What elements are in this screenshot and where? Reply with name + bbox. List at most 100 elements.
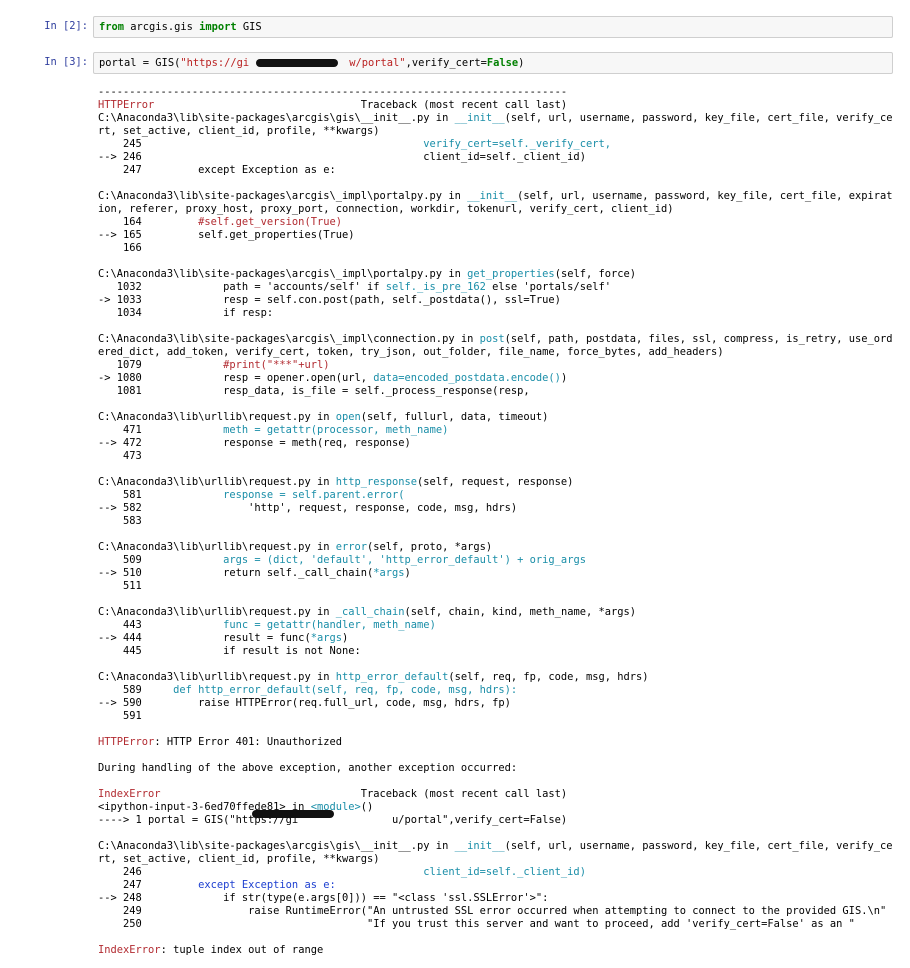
output-line: 246 client_id=self._client_id) bbox=[98, 866, 898, 879]
output-token: post bbox=[479, 333, 505, 345]
output-line: HTTPError: HTTP Error 401: Unauthorized bbox=[98, 736, 898, 749]
output-line: 1081 resp_data, is_file = self._process_… bbox=[98, 385, 898, 398]
output-line: --> 248 if str(type(e.args[0])) == "<cla… bbox=[98, 892, 898, 905]
output-line: 511 bbox=[98, 580, 898, 593]
output-line: <ipython-input-3-6ed70ffede81> in <modul… bbox=[98, 801, 898, 814]
output-token: 473 bbox=[98, 450, 142, 462]
output-line: C:\Anaconda3\lib\urllib\request.py in ht… bbox=[98, 476, 898, 489]
output-line: C:\Anaconda3\lib\site-packages\arcgis\gi… bbox=[98, 840, 898, 853]
output-token: open bbox=[335, 411, 361, 423]
output-line: During handling of the above exception, … bbox=[98, 762, 898, 775]
output-token: 247 except Exception as e: bbox=[98, 164, 336, 176]
output-line: ----------------------------------------… bbox=[98, 86, 898, 99]
output-token: Traceback (most recent call last) bbox=[160, 788, 568, 800]
output-token: 445 if result is not None: bbox=[98, 645, 361, 657]
code-cell-import[interactable]: from arcgis.gis import GIS bbox=[93, 16, 893, 38]
output-token: error bbox=[335, 541, 367, 553]
output-line: 583 bbox=[98, 515, 898, 528]
output-token: 247 bbox=[98, 879, 199, 891]
output-token: verify_cert=self._verify_cert, bbox=[423, 138, 611, 150]
output-token: 581 bbox=[98, 489, 224, 501]
output-token: 245 bbox=[98, 138, 424, 150]
output-line: ----> 1 portal = GIS("https://gi u/porta… bbox=[98, 814, 898, 827]
output-token: 509 bbox=[98, 554, 224, 566]
code-cell-portal[interactable]: portal = GIS("https://gi w/portal",verif… bbox=[93, 52, 893, 74]
output-line: 1032 path = 'accounts/self' if self._is_… bbox=[98, 281, 898, 294]
output-token: C:\Anaconda3\lib\urllib\request.py in bbox=[98, 476, 336, 488]
output-token: get_properties bbox=[467, 268, 555, 280]
output-token: (self, req, fp, code, msg, hdrs) bbox=[448, 671, 649, 683]
output-token: --> 444 result = func( bbox=[98, 632, 311, 644]
output-line: 445 if result is not None: bbox=[98, 645, 898, 658]
output-line: --> 246 client_id=self._client_id) bbox=[98, 151, 898, 164]
output-token: --> 165 self.get_properties(True) bbox=[98, 229, 355, 241]
code-token: from bbox=[99, 21, 125, 33]
output-line: C:\Anaconda3\lib\site-packages\arcgis\gi… bbox=[98, 112, 898, 125]
cell-prompt-2: In [2]: bbox=[44, 20, 88, 32]
output-token: 471 bbox=[98, 424, 224, 436]
output-token: HTTPError bbox=[98, 99, 155, 111]
output-token: 583 bbox=[98, 515, 142, 527]
output-token: self._is_pre_162 bbox=[385, 281, 486, 293]
output-token: : tuple index out of range bbox=[160, 944, 324, 956]
output-line: ered_dict, add_token, verify_cert, token… bbox=[98, 346, 898, 359]
code-token: portal = GIS( bbox=[99, 57, 181, 69]
output-token: 166 bbox=[98, 242, 142, 254]
output-token: func = getattr(handler, meth_name) bbox=[223, 619, 436, 631]
output-line: 591 bbox=[98, 710, 898, 723]
output-line: --> 510 return self._call_chain(*args) bbox=[98, 567, 898, 580]
output-token: __init__ bbox=[454, 112, 505, 124]
output-token: C:\Anaconda3\lib\urllib\request.py in bbox=[98, 606, 336, 618]
code-token: "https://gi bbox=[180, 57, 250, 69]
output-token: u/portal",verify_cert=False) bbox=[392, 814, 568, 826]
output-token: C:\Anaconda3\lib\site-packages\arcgis\gi… bbox=[98, 112, 455, 124]
output-token: ) bbox=[341, 632, 349, 644]
redaction-scribble bbox=[256, 59, 338, 67]
output-token: C:\Anaconda3\lib\urllib\request.py in bbox=[98, 671, 336, 683]
traceback-output: ----------------------------------------… bbox=[98, 86, 898, 957]
output-token: --> 246 client_id=self._client_id) bbox=[98, 151, 586, 163]
output-token: ----------------------------------------… bbox=[98, 86, 568, 98]
output-line: 471 meth = getattr(processor, meth_name) bbox=[98, 424, 898, 437]
output-token: C:\Anaconda3\lib\site-packages\arcgis\gi… bbox=[98, 840, 455, 852]
output-line: --> 472 response = meth(req, response) bbox=[98, 437, 898, 450]
output-line: -> 1080 resp = opener.open(url, data=enc… bbox=[98, 372, 898, 385]
code-token: w/portal" bbox=[349, 57, 406, 69]
output-line: IndexError: tuple index out of range bbox=[98, 944, 898, 957]
output-token: (self, path, postdata, files, ssl, compr… bbox=[504, 333, 893, 345]
output-line: 473 bbox=[98, 450, 898, 463]
output-line: C:\Anaconda3\lib\urllib\request.py in er… bbox=[98, 541, 898, 554]
output-line: C:\Anaconda3\lib\urllib\request.py in ht… bbox=[98, 671, 898, 684]
output-line: 509 args = (dict, 'default', 'http_error… bbox=[98, 554, 898, 567]
output-token: response = self.parent.error( bbox=[223, 489, 405, 501]
output-token: args = (dict, 'default', 'http_error_def… bbox=[223, 554, 586, 566]
output-token: -> 1080 resp = opener.open(url, bbox=[98, 372, 374, 384]
output-token: () bbox=[360, 801, 374, 813]
output-line: 443 func = getattr(handler, meth_name) bbox=[98, 619, 898, 632]
output-token: HTTPError bbox=[98, 736, 155, 748]
output-token: 1079 bbox=[98, 359, 224, 371]
cell-prompt-3: In [3]: bbox=[44, 56, 88, 68]
output-token: C:\Anaconda3\lib\urllib\request.py in bbox=[98, 541, 336, 553]
output-token: ion, referer, proxy_host, proxy_port, co… bbox=[98, 203, 674, 215]
output-line: 249 raise RuntimeError("An untrusted SSL… bbox=[98, 905, 898, 918]
output-token: : HTTP Error 401: Unauthorized bbox=[154, 736, 342, 748]
output-line: 1034 if resp: bbox=[98, 307, 898, 320]
output-token: --> 590 raise HTTPError(req.full_url, co… bbox=[98, 697, 511, 709]
code-token: ) bbox=[518, 57, 525, 69]
code-token: GIS bbox=[236, 21, 262, 33]
output-token: (self, chain, kind, meth_name, *args) bbox=[404, 606, 637, 618]
output-line: C:\Anaconda3\lib\site-packages\arcgis\_i… bbox=[98, 190, 898, 203]
output-token: rt, set_active, client_id, profile, **kw… bbox=[98, 853, 380, 865]
